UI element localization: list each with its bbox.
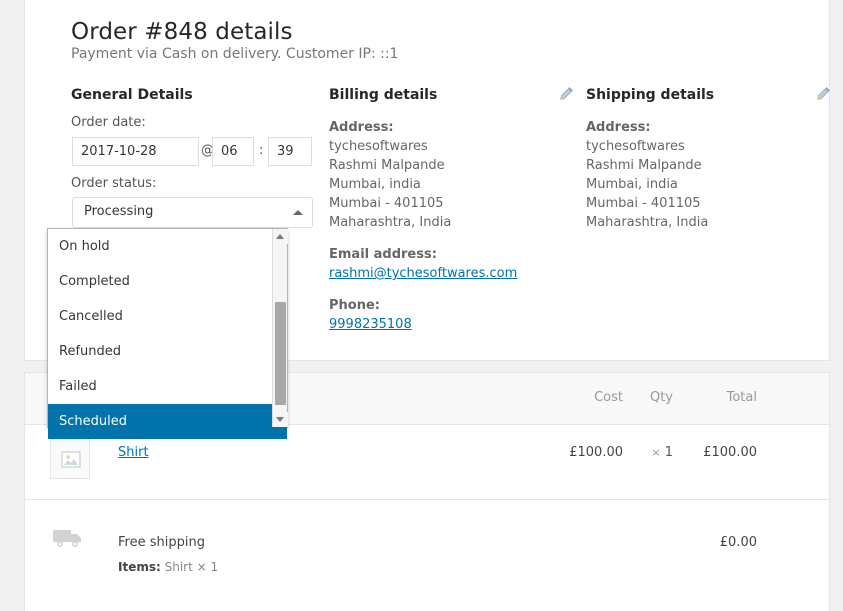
shipping-address-block: Address: tychesoftwares Rashmi Malpande … [586, 118, 708, 232]
order-minute-input[interactable] [268, 137, 312, 166]
page-title: Order #848 details [71, 19, 293, 45]
column-header-total: Total [697, 390, 757, 405]
billing-address-line: Mumbai - 401105 [329, 194, 517, 213]
product-image-placeholder-icon [50, 439, 90, 479]
product-total: £100.00 [697, 445, 757, 460]
order-status-selected-value: Processing [84, 204, 153, 219]
edit-shipping-pencil-icon[interactable] [815, 86, 831, 102]
shipping-items-value: Shirt × 1 [165, 560, 219, 574]
billing-address-label: Address: [329, 118, 517, 137]
shipping-details-heading: Shipping details [586, 87, 714, 103]
shipping-address-line: Rashmi Malpande [586, 156, 708, 175]
billing-phone-link[interactable]: 9998235108 [329, 315, 517, 334]
dropdown-option-on-hold[interactable]: On hold [48, 229, 287, 264]
dropdown-option-scheduled[interactable]: Scheduled [48, 404, 287, 439]
billing-address-line: Mumbai, india [329, 175, 517, 194]
spacer [329, 283, 517, 296]
shipping-address-line: tychesoftwares [586, 137, 708, 156]
billing-email-label: Email address: [329, 245, 517, 264]
edit-billing-pencil-icon[interactable] [558, 86, 574, 102]
spacer [329, 232, 517, 245]
shipping-method-name: Free shipping [118, 535, 205, 550]
dropdown-option-completed[interactable]: Completed [48, 264, 287, 299]
scroll-down-arrow-icon[interactable] [273, 412, 288, 427]
billing-email-link[interactable]: rashmi@tychesoftwares.com [329, 264, 517, 283]
shipping-address-line: Maharashtra, India [586, 213, 708, 232]
order-date-input[interactable] [72, 137, 199, 166]
colon-separator: : [259, 143, 263, 158]
dropdown-option-refunded[interactable]: Refunded [48, 334, 287, 369]
payment-summary: Payment via Cash on delivery. Customer I… [71, 46, 398, 62]
shipping-address-line: Mumbai, india [586, 175, 708, 194]
order-status-select[interactable]: Processing [72, 197, 313, 228]
billing-address-line: tychesoftwares [329, 137, 517, 156]
column-header-cost: Cost [565, 390, 623, 405]
table-row: Free shipping Items: Shirt × 1 £0.00 [25, 501, 829, 611]
dropdown-option-cancelled[interactable]: Cancelled [48, 299, 287, 334]
billing-phone-label: Phone: [329, 296, 517, 315]
qty-value: 1 [665, 445, 673, 460]
truck-icon [51, 526, 87, 556]
order-status-label: Order status: [71, 176, 156, 191]
product-qty: × 1 [639, 445, 673, 460]
product-name-link[interactable]: Shirt [118, 445, 149, 460]
qty-multiplier: × [651, 446, 660, 459]
billing-address-line: Rashmi Malpande [329, 156, 517, 175]
order-date-label: Order date: [71, 115, 146, 130]
shipping-address-line: Mumbai - 401105 [586, 194, 708, 213]
general-details-heading: General Details [71, 87, 193, 103]
dropdown-scrollbar[interactable] [272, 229, 287, 427]
billing-details-heading: Billing details [329, 87, 437, 103]
shipping-items-summary: Items: Shirt × 1 [118, 560, 218, 574]
shipping-total: £0.00 [697, 535, 757, 550]
scrollbar-thumb[interactable] [275, 302, 286, 405]
shipping-items-label: Items: [118, 560, 161, 574]
billing-address-block: Address: tychesoftwares Rashmi Malpande … [329, 118, 517, 334]
order-details-page: Order #848 details Payment via Cash on d… [0, 0, 843, 611]
order-status-dropdown-list[interactable]: On hold Completed Cancelled Refunded Fai… [47, 228, 288, 428]
product-cost: £100.00 [565, 445, 623, 460]
order-hour-input[interactable] [212, 137, 254, 166]
chevron-up-icon [293, 210, 303, 215]
billing-address-line: Maharashtra, India [329, 213, 517, 232]
dropdown-option-failed[interactable]: Failed [48, 369, 287, 404]
column-header-qty: Qty [639, 390, 673, 405]
scroll-up-arrow-icon[interactable] [273, 229, 288, 244]
shipping-address-label: Address: [586, 118, 708, 137]
